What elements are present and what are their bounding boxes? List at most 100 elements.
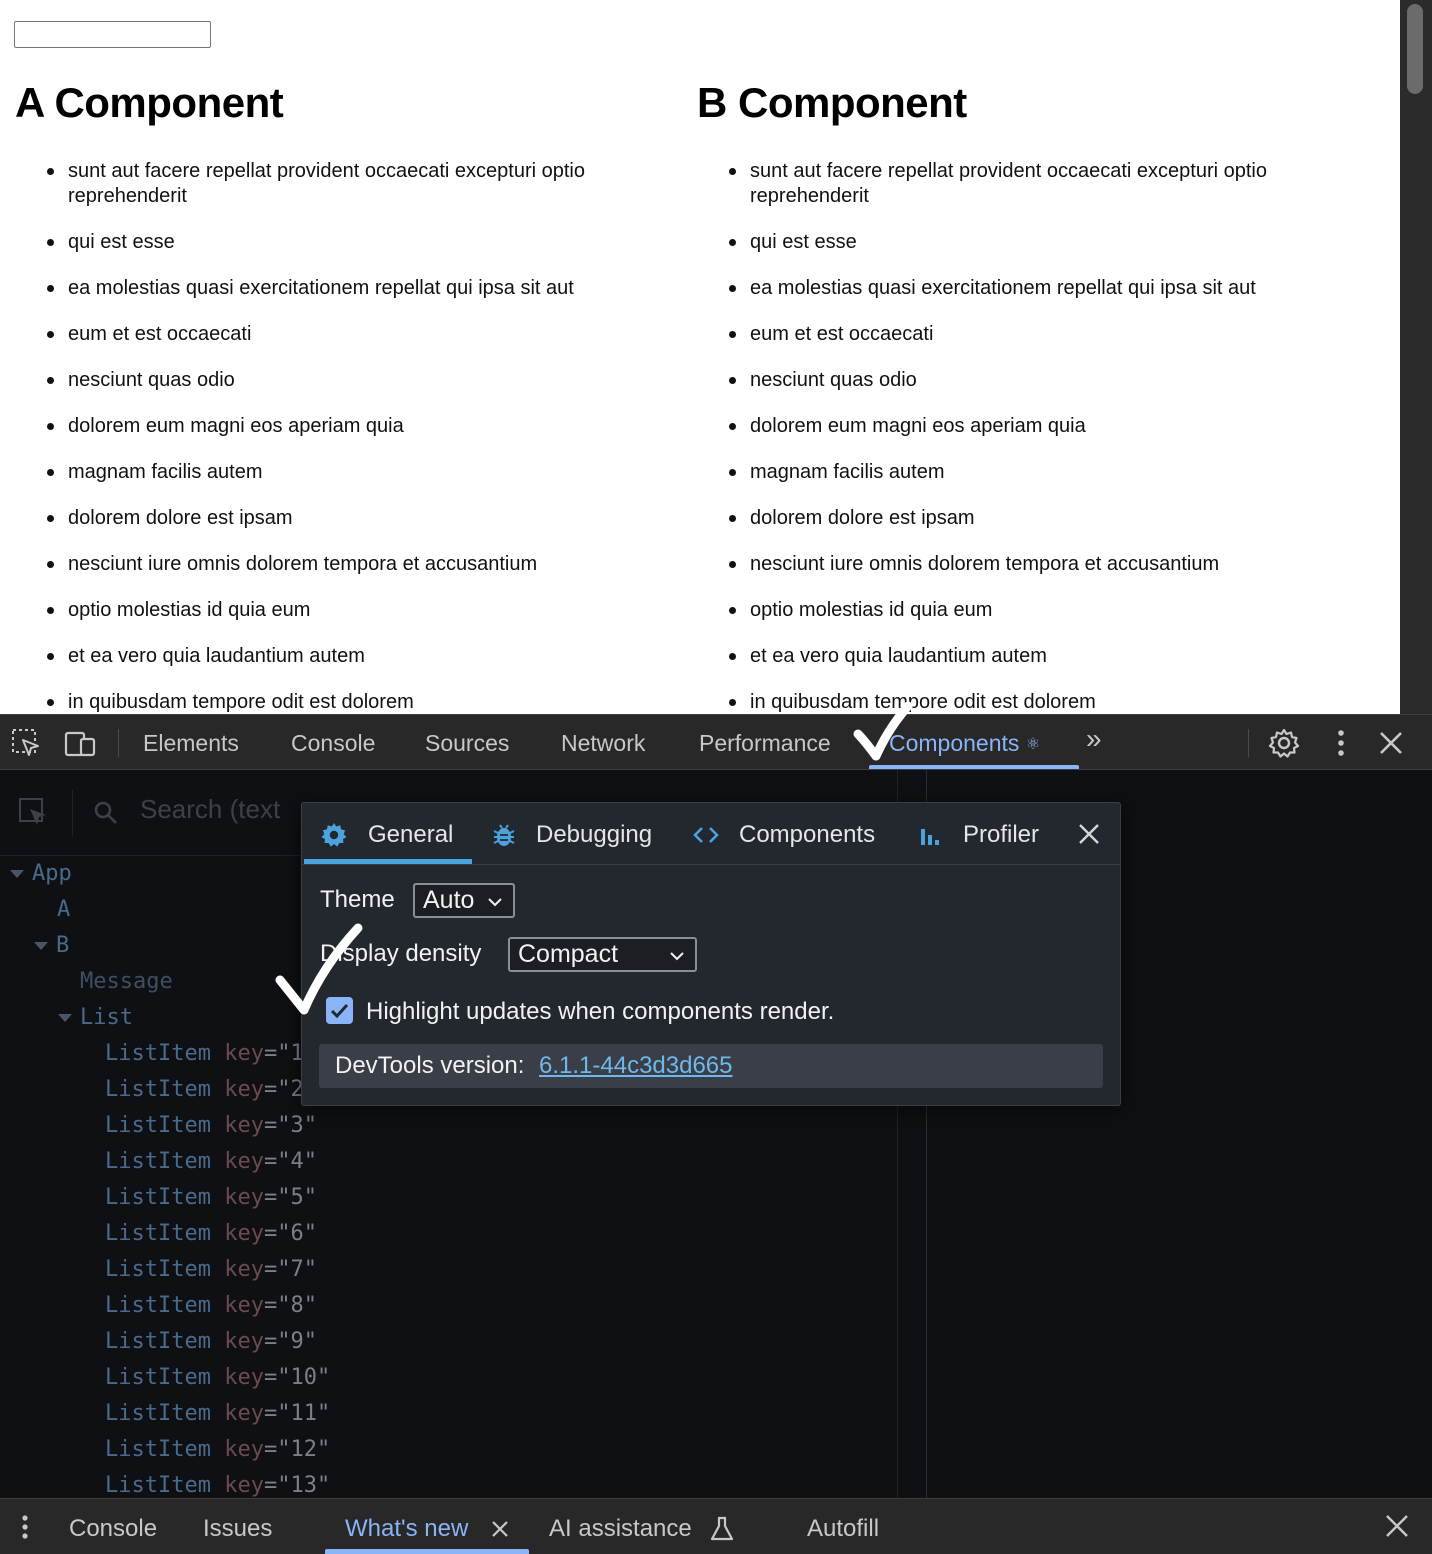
scrollbar-thumb[interactable] <box>1407 4 1423 94</box>
tree-node-list[interactable]: List <box>58 1000 133 1036</box>
list-item: in quibusdam tempore odit est dolorem <box>697 690 1357 714</box>
drawer-tab-ai-assistance[interactable]: AI assistance <box>549 1515 692 1543</box>
a-component-heading: A Component <box>15 79 284 126</box>
device-toolbar-icon[interactable] <box>64 727 96 759</box>
expand-triangle-icon[interactable] <box>10 870 24 878</box>
a-component: A Component sunt aut facere repellat pro… <box>15 78 675 714</box>
tab-network[interactable]: Network <box>561 729 645 757</box>
tab-components[interactable]: Components ⚛ <box>889 729 1040 759</box>
drawer-menu-icon[interactable] <box>14 1513 36 1541</box>
list-item: optio molestias id quia eum <box>15 598 675 623</box>
tab-elements[interactable]: Elements <box>143 729 239 757</box>
page-viewport: A Component sunt aut facere repellat pro… <box>0 0 1400 714</box>
inspect-element-icon[interactable] <box>10 727 42 759</box>
drawer-active-tab-indicator <box>325 1549 529 1554</box>
bug-icon <box>493 824 515 846</box>
drawer-tab-whats-new[interactable]: What's new <box>345 1515 468 1543</box>
tree-node-listitem[interactable]: ListItem key="1 <box>105 1036 304 1072</box>
settings-tab-profiler[interactable]: Profiler <box>963 820 1039 850</box>
select-element-icon[interactable] <box>18 797 50 829</box>
tab-console[interactable]: Console <box>291 729 375 757</box>
settings-tab-components[interactable]: Components <box>739 820 875 850</box>
toolbar-separator <box>72 790 73 836</box>
list-item: dolorem eum magni eos aperiam quia <box>15 414 675 439</box>
search-icon <box>94 801 117 824</box>
list-item: sunt aut facere repellat provident occae… <box>697 159 1357 209</box>
chevron-down-icon <box>488 898 502 907</box>
code-icon <box>693 827 719 843</box>
tree-node-listitem[interactable]: ListItem key="4" <box>105 1144 317 1180</box>
tab-components-label: Components <box>889 730 1020 756</box>
b-component: B Component sunt aut facere repellat pro… <box>697 78 1357 714</box>
list-item: nesciunt iure omnis dolorem tempora et a… <box>15 552 675 577</box>
list-item: magnam facilis autem <box>697 460 1357 485</box>
list-item: eum et est occaecati <box>15 322 675 347</box>
devtools-version-label: DevTools version: <box>335 1052 525 1079</box>
devtools-tabbar: Elements Console Sources Network Perform… <box>0 714 1432 770</box>
more-options-icon[interactable] <box>1325 727 1357 759</box>
close-drawer-icon[interactable] <box>1384 1513 1410 1539</box>
tree-node-listitem[interactable]: ListItem key="12" <box>105 1432 330 1468</box>
highlight-updates-label[interactable]: Highlight updates when components render… <box>366 998 834 1026</box>
list-item: qui est esse <box>697 230 1357 255</box>
display-density-select[interactable]: Compact <box>508 937 697 972</box>
list-item: nesciunt quas odio <box>15 368 675 393</box>
tree-node-listitem[interactable]: ListItem key="7" <box>105 1252 317 1288</box>
list-item: ea molestias quasi exercitationem repell… <box>15 276 675 301</box>
settings-tab-general[interactable]: General <box>368 820 453 850</box>
expand-triangle-icon[interactable] <box>34 942 48 950</box>
toolbar-separator <box>1248 729 1249 757</box>
tree-node-listitem[interactable]: ListItem key="3" <box>105 1108 317 1144</box>
close-settings-icon[interactable] <box>1076 821 1102 847</box>
close-devtools-icon[interactable] <box>1375 727 1407 759</box>
devtools-version-link[interactable]: 6.1.1-44c3d3d665 <box>539 1052 733 1080</box>
list-item: dolorem dolore est ipsam <box>697 506 1357 531</box>
bar-chart-icon <box>921 829 939 845</box>
tree-node-b[interactable]: B <box>34 928 69 964</box>
settings-active-tab-indicator <box>304 859 472 864</box>
list-item: qui est esse <box>15 230 675 255</box>
tree-node-listitem[interactable]: ListItem key="13" <box>105 1468 330 1498</box>
list-item: optio molestias id quia eum <box>697 598 1357 623</box>
tree-node-listitem[interactable]: ListItem key="10" <box>105 1360 330 1396</box>
b-component-list: sunt aut facere repellat provident occae… <box>697 159 1357 714</box>
display-density-label: Display density <box>320 940 482 967</box>
tree-node-listitem[interactable]: ListItem key="11" <box>105 1396 330 1432</box>
tree-node-a[interactable]: A <box>57 892 70 928</box>
tree-node-message[interactable]: Message <box>80 964 173 1000</box>
page-scrollbar[interactable] <box>1400 0 1432 714</box>
list-item: magnam facilis autem <box>15 460 675 485</box>
settings-tabs: General Debugging Components Profiler <box>302 803 1120 865</box>
list-item: nesciunt iure omnis dolorem tempora et a… <box>697 552 1357 577</box>
list-item: et ea vero quia laudantium autem <box>15 644 675 669</box>
settings-gear-icon[interactable] <box>1268 727 1300 759</box>
toolbar-separator <box>118 729 119 757</box>
tree-node-app[interactable]: App <box>10 856 72 892</box>
theme-select[interactable]: Auto <box>413 883 515 918</box>
tree-node-listitem[interactable]: ListItem key="5" <box>105 1180 317 1216</box>
active-tab-indicator <box>869 765 1079 769</box>
text-input[interactable] <box>14 21 211 48</box>
list-item: dolorem eum magni eos aperiam quia <box>697 414 1357 439</box>
tree-node-listitem[interactable]: ListItem key="9" <box>105 1324 317 1360</box>
drawer-tab-console[interactable]: Console <box>69 1515 157 1543</box>
tree-node-listitem[interactable]: ListItem key="8" <box>105 1288 317 1324</box>
search-input[interactable]: Search (text <box>140 794 280 825</box>
b-component-heading: B Component <box>697 79 967 126</box>
list-item: dolorem dolore est ipsam <box>15 506 675 531</box>
settings-tab-debugging[interactable]: Debugging <box>536 820 652 850</box>
expand-triangle-icon[interactable] <box>58 1014 72 1022</box>
devtools-version-box: DevTools version: 6.1.1-44c3d3d665 <box>319 1044 1103 1088</box>
tree-node-listitem[interactable]: ListItem key="2 <box>105 1072 304 1108</box>
drawer-tab-issues[interactable]: Issues <box>203 1515 272 1543</box>
list-item: ea molestias quasi exercitationem repell… <box>697 276 1357 301</box>
more-tabs-button[interactable]: » <box>1086 725 1102 753</box>
tab-performance[interactable]: Performance <box>699 729 831 757</box>
list-item: sunt aut facere repellat provident occae… <box>15 159 675 209</box>
drawer-tab-autofill[interactable]: Autofill <box>807 1515 879 1543</box>
close-tab-icon[interactable] <box>490 1519 510 1539</box>
highlight-updates-checkbox[interactable] <box>326 997 353 1024</box>
theme-label: Theme <box>320 886 395 913</box>
tree-node-listitem[interactable]: ListItem key="6" <box>105 1216 317 1252</box>
tab-sources[interactable]: Sources <box>425 729 509 757</box>
